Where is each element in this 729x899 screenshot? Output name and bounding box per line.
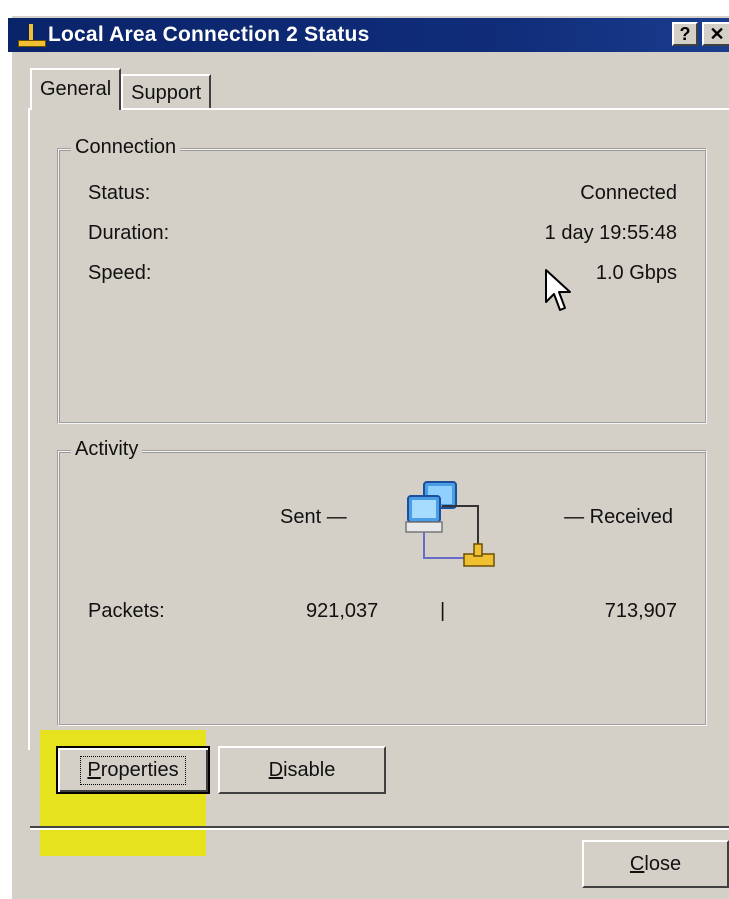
duration-value: 1 day 19:55:48 [544, 222, 677, 244]
packets-received-value: 713,907 [604, 600, 677, 622]
window-title: Local Area Connection 2 Status [48, 23, 370, 46]
close-window-button[interactable]: ✕ [702, 22, 729, 46]
speed-value: 1.0 Gbps [595, 262, 677, 284]
disable-accelerator: D [268, 758, 284, 781]
close-button[interactable]: Close [582, 840, 729, 888]
sent-label: Sent — [280, 506, 347, 528]
tab-strip: General Support [30, 68, 212, 110]
connection-group-label: Connection [71, 136, 181, 159]
speed-label: Speed: [88, 262, 152, 284]
network-connection-icon [16, 22, 46, 48]
close-accelerator: C [629, 852, 645, 875]
status-label: Status: [88, 182, 151, 204]
properties-label: roperties [100, 758, 179, 781]
packets-divider: | [440, 600, 446, 622]
close-label: lose [644, 852, 682, 875]
help-button[interactable]: ? [672, 22, 698, 46]
separator-highlight [30, 828, 729, 830]
tab-support[interactable]: Support [121, 74, 212, 110]
activity-group-label: Activity [71, 438, 143, 461]
duration-label: Duration: [88, 222, 170, 244]
properties-button[interactable]: Properties [56, 746, 210, 794]
packets-sent-value: 921,037 [306, 600, 379, 622]
activity-group: Activity [57, 438, 707, 726]
disable-label: isable [283, 758, 336, 781]
disable-button[interactable]: Disable [218, 746, 386, 794]
properties-button-focus: Properties [80, 755, 186, 785]
packets-label: Packets: [88, 600, 165, 622]
properties-accelerator: P [87, 758, 101, 781]
received-label: — Received [564, 506, 673, 528]
network-computers-icon [405, 481, 495, 567]
tab-general[interactable]: General [30, 68, 122, 110]
mouse-pointer-icon [545, 269, 571, 311]
status-value: Connected [580, 182, 677, 204]
title-bar[interactable]: Local Area Connection 2 Status ? ✕ [8, 18, 729, 52]
